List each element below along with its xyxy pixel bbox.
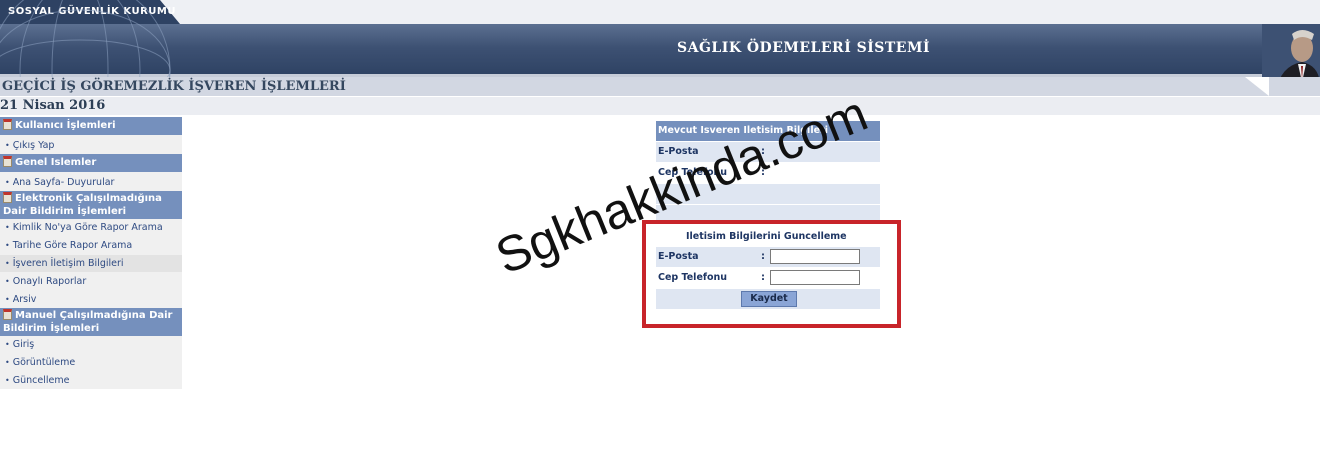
system-title: SAĞLIK ÖDEMELERİ SİSTEMİ	[677, 40, 931, 56]
sidebar-section-manuel: Manuel Çalışılmadığına Dair Bildirim İşl…	[0, 308, 182, 336]
sidebar-section-elektronik: Elektronik Çalışılmadığına Dair Bildirim…	[0, 191, 182, 219]
sidebar-item-label: İşveren İletişim Bilgileri	[12, 258, 124, 269]
sidebar-item-label: Arsiv	[12, 294, 37, 305]
page-title: GEÇİCİ İŞ GÖREMEZLİK İŞVEREN İŞLEMLERİ	[2, 79, 346, 94]
organization-name: SOSYAL GÜVENLİK KURUMU	[8, 6, 176, 17]
document-icon	[3, 156, 12, 167]
date-row	[0, 97, 1320, 115]
bullet-icon: •	[5, 178, 10, 187]
section-title-line2: Dair Bildirim İşlemleri	[3, 206, 127, 217]
sidebar-item-label: Kimlik No'ya Göre Rapor Arama	[12, 222, 163, 233]
sidebar-item-giris[interactable]: • Giriş	[0, 336, 182, 353]
section-title-line1: Elektronik Çalışılmadığına	[15, 193, 162, 204]
document-icon	[3, 192, 12, 203]
sidebar-section-genel: Genel Islemler	[0, 154, 182, 172]
section-title-line1: Manuel Çalışılmadığına Dair	[15, 310, 173, 321]
sidebar-item-tarihe-gore-arama[interactable]: • Tarihe Göre Rapor Arama	[0, 237, 182, 254]
bullet-icon: •	[5, 295, 10, 304]
section-title: Genel Islemler	[15, 157, 97, 168]
section-title-line2: Bildirim İşlemleri	[3, 323, 100, 334]
sidebar-item-isveren-iletisim[interactable]: • İşveren İletişim Bilgileri	[0, 255, 182, 272]
bullet-icon: •	[5, 376, 10, 385]
sidebar-item-label: Tarihe Göre Rapor Arama	[12, 240, 133, 251]
top-strip	[0, 0, 1320, 24]
sidebar-section-kullanici: Kullanıcı İşlemleri	[0, 117, 182, 135]
sidebar-item-kimlik-no-arama[interactable]: • Kimlik No'ya Göre Rapor Arama	[0, 219, 182, 236]
highlight-box	[642, 220, 901, 328]
sidebar-item-label: Ana Sayfa- Duyurular	[12, 177, 115, 188]
banner	[0, 24, 1320, 76]
bullet-icon: •	[5, 241, 10, 250]
sidebar-item-cikis-yap[interactable]: • Çıkış Yap	[0, 137, 182, 154]
sidebar-item-label: Giriş	[12, 339, 35, 350]
sidebar-item-goruntuleme[interactable]: • Görüntüleme	[0, 354, 182, 371]
bullet-icon: •	[5, 223, 10, 232]
sidebar-item-label: Çıkış Yap	[12, 140, 55, 151]
sidebar-item-onayli-raporlar[interactable]: • Onaylı Raporlar	[0, 273, 182, 290]
sidebar-item-label: Güncelleme	[12, 375, 70, 386]
current-date: 21 Nisan 2016	[0, 98, 106, 113]
sidebar-item-label: Onaylı Raporlar	[12, 276, 87, 287]
bullet-icon: •	[5, 358, 10, 367]
section-title: Kullanıcı İşlemleri	[15, 120, 116, 131]
document-icon	[3, 309, 12, 320]
bullet-icon: •	[5, 259, 10, 268]
sidebar-item-label: Görüntüleme	[12, 357, 76, 368]
sidebar-item-ana-sayfa[interactable]: • Ana Sayfa- Duyurular	[0, 174, 182, 191]
sidebar-item-guncelleme[interactable]: • Güncelleme	[0, 372, 182, 389]
bullet-icon: •	[5, 277, 10, 286]
sidebar-item-arsiv[interactable]: • Arsiv	[0, 291, 182, 308]
document-icon	[3, 119, 12, 130]
bullet-icon: •	[5, 141, 10, 150]
bullet-icon: •	[5, 340, 10, 349]
